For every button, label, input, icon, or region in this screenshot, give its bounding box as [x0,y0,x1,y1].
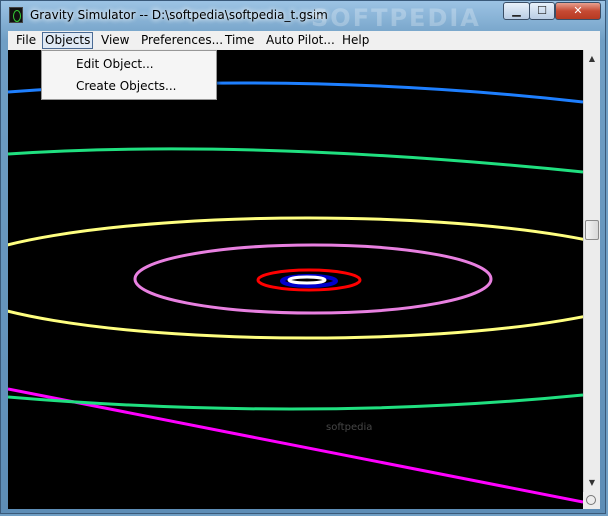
menu-help[interactable]: Help [340,33,371,48]
simulation-canvas[interactable]: softpedia softpedia [8,50,583,509]
app-window: Gravity Simulator -- D:\softpedia\softpe… [0,0,606,514]
violet-orbit [133,243,493,315]
watermark: SOFTPEDIA [311,4,481,32]
window-title: Gravity Simulator -- D:\softpedia\softpe… [30,8,328,22]
title-bar[interactable]: Gravity Simulator -- D:\softpedia\softpe… [1,1,605,32]
resize-grip[interactable] [583,492,600,509]
maximize-button[interactable]: ☐ [529,2,555,20]
resize-grip-icon [586,495,596,505]
menu-view[interactable]: View [99,33,131,48]
menu-objects[interactable]: Objects [42,32,94,49]
scrollbar-thumb[interactable] [585,220,599,240]
scroll-down-icon[interactable]: ▼ [585,475,599,491]
menu-item-edit-object[interactable]: Edit Object... [76,57,154,71]
menu-bar: File Objects View Preferences... Time Au… [8,31,600,50]
menu-file[interactable]: File [14,33,38,48]
close-button[interactable]: ✕ [555,2,601,20]
menu-auto-pilot[interactable]: Auto Pilot... [264,33,337,48]
orbit-display [8,81,583,504]
app-icon[interactable] [9,7,23,23]
menu-time[interactable]: Time [223,33,256,48]
white-orbit [287,275,327,285]
vertical-scrollbar[interactable]: ▲ ▼ [583,50,600,492]
minimize-button[interactable]: ▁ [503,2,530,20]
objects-dropdown-menu: Edit Object... Create Objects... [41,50,217,100]
menu-item-create-objects[interactable]: Create Objects... [76,79,176,93]
green-orbit [8,147,583,174]
watermark: softpedia [326,422,373,433]
scroll-up-icon[interactable]: ▲ [585,51,599,67]
menu-preferences[interactable]: Preferences... [139,33,225,48]
magenta-trajectory [8,387,583,504]
